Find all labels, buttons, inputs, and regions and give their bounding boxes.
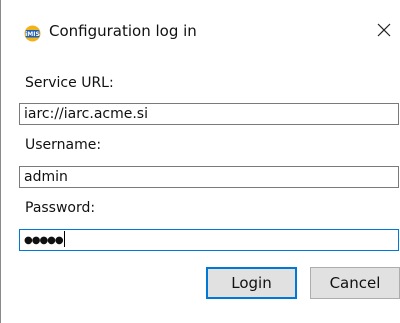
window-title: Configuration log in [49, 22, 197, 40]
cancel-button[interactable]: Cancel [310, 267, 400, 299]
app-icon: iMIS [24, 25, 41, 42]
close-button[interactable] [371, 17, 397, 43]
username-label: Username: [25, 137, 102, 153]
password-mask: ●●●●● [24, 235, 64, 246]
login-button[interactable]: Login [206, 267, 297, 299]
title-bar[interactable]: iMIS Configuration log in [1, 0, 400, 58]
close-icon [377, 23, 391, 37]
password-label: Password: [25, 200, 96, 216]
username-value: admin [24, 169, 68, 185]
text-caret [63, 231, 65, 247]
svg-text:iMIS: iMIS [25, 31, 40, 38]
service-url-label: Service URL: [25, 75, 114, 91]
configuration-login-dialog: iMIS Configuration log in Service URL: i… [0, 0, 400, 323]
service-url-input[interactable]: iarc://iarc.acme.si [19, 103, 399, 125]
username-input[interactable]: admin [19, 166, 399, 188]
password-input[interactable]: ●●●●● [19, 229, 399, 251]
service-url-value: iarc://iarc.acme.si [24, 106, 148, 122]
